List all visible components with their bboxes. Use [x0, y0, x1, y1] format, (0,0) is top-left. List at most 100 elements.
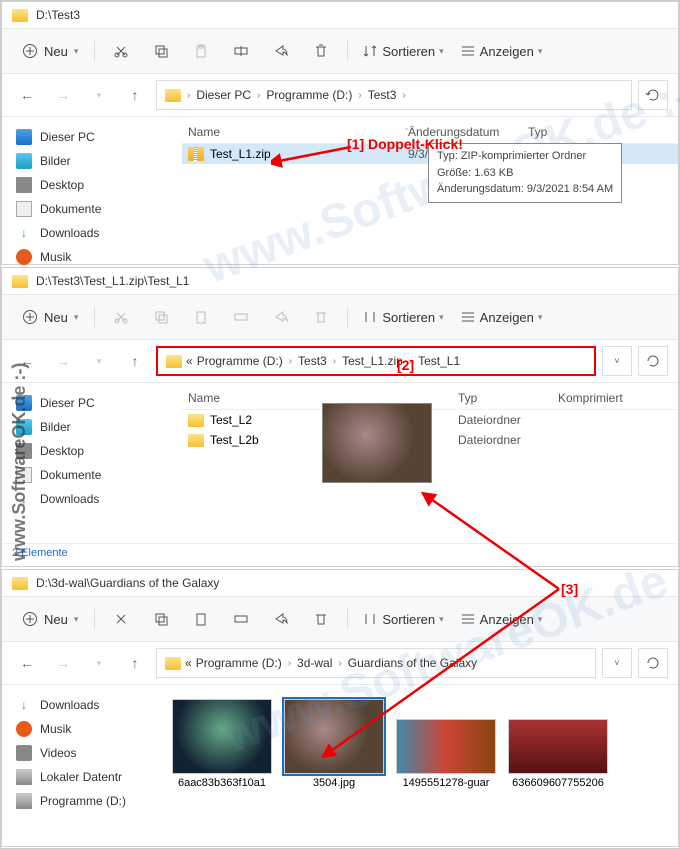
thumbnail-item[interactable]: 6aac83b363f10a1 [172, 699, 272, 789]
breadcrumb[interactable]: Guardians of the Galaxy [348, 656, 477, 670]
sidebar-item-programme-d[interactable]: Programme (D:) [6, 789, 158, 813]
up-button[interactable]: ↑ [120, 81, 150, 109]
sidebar-item-desktop[interactable]: Desktop [6, 439, 178, 463]
toolbar: Neu ▾ Sortieren▾ Anzeigen▾ [2, 295, 678, 340]
sidebar-item-downloads[interactable]: ↓Downloads [6, 693, 158, 717]
breadcrumb[interactable]: Dieser PC [196, 88, 251, 102]
rename-button[interactable] [223, 37, 259, 65]
cut-button[interactable] [103, 37, 139, 65]
col-name[interactable]: Name ˆ [188, 125, 408, 139]
address-dropdown[interactable]: ˅ [602, 346, 632, 376]
sidebar-item-pictures[interactable]: Bilder [6, 149, 178, 173]
scissors-icon [113, 43, 129, 59]
cut-button[interactable] [103, 303, 139, 331]
new-button[interactable]: Neu▾ [14, 607, 86, 631]
folder-icon [188, 434, 204, 447]
paste-button[interactable] [183, 303, 219, 331]
refresh-button[interactable] [638, 648, 668, 678]
breadcrumb[interactable]: Test_L1.zip [342, 354, 403, 368]
view-icon [460, 43, 476, 59]
paste-button[interactable] [183, 37, 219, 65]
recent-button[interactable]: ▾ [84, 347, 114, 375]
tooltip: Typ: ZIP-komprimierter Ordner Größe: 1.6… [428, 143, 622, 203]
sidebar-item-music[interactable]: Musik [6, 717, 158, 741]
zip-icon [188, 147, 204, 161]
documents-icon [16, 201, 32, 217]
toolbar: Neu ▾ Sortieren ▾ Anzeigen ▾ [2, 29, 678, 74]
back-button[interactable]: ← [12, 649, 42, 677]
sidebar-item-downloads[interactable]: ↓Downloads [6, 221, 178, 245]
refresh-button[interactable] [638, 80, 668, 110]
recent-button[interactable]: ▾ [84, 81, 114, 109]
rename-button[interactable] [223, 605, 259, 633]
view-button[interactable]: Anzeigen ▾ [454, 39, 549, 63]
rename-button[interactable] [223, 303, 259, 331]
new-button[interactable]: Neu ▾ [14, 305, 86, 329]
delete-button[interactable] [303, 605, 339, 633]
status-bar: 2 Elemente [2, 543, 678, 562]
sort-button[interactable]: Sortieren▾ [356, 305, 449, 329]
recent-button[interactable]: ▾ [84, 649, 114, 677]
view-button[interactable]: Anzeigen▾ [454, 305, 549, 329]
sort-button[interactable]: Sortieren ▾ [356, 39, 449, 63]
thumbnail-item[interactable]: 3504.jpg [284, 699, 384, 789]
plus-circle-icon [22, 611, 38, 627]
thumbnail-item[interactable]: 1495551278-guar [396, 699, 496, 789]
col-name[interactable]: Name [188, 391, 338, 405]
window-title: D:\3d-wal\Guardians of the Galaxy [36, 576, 219, 590]
sort-icon [362, 43, 378, 59]
thumbnail-item[interactable]: 636609607755206 [508, 699, 608, 789]
copy-button[interactable] [143, 605, 179, 633]
col-compressed[interactable]: Komprimiert [558, 391, 623, 405]
col-date[interactable]: Änderungsdatum [408, 125, 528, 139]
address-bar[interactable]: › Dieser PC› Programme (D:)› Test3› [156, 80, 632, 110]
share-button[interactable] [263, 605, 299, 633]
sidebar-item-pictures[interactable]: Bilder [6, 415, 178, 439]
sidebar-item-local-disk[interactable]: Lokaler Datentr [6, 765, 158, 789]
sidebar-item-videos[interactable]: Videos [6, 741, 158, 765]
forward-button[interactable]: → [48, 347, 78, 375]
breadcrumb[interactable]: 3d-wal [297, 656, 332, 670]
scissors-icon [113, 611, 129, 627]
share-button[interactable] [263, 303, 299, 331]
sidebar-item-pc[interactable]: Dieser PC [6, 391, 178, 415]
breadcrumb[interactable]: Programme (D:) [197, 354, 283, 368]
sidebar-item-pc[interactable]: Dieser PC [6, 125, 178, 149]
share-button[interactable] [263, 37, 299, 65]
col-type[interactable]: Typ [528, 125, 628, 139]
paste-button[interactable] [183, 605, 219, 633]
sidebar-item-desktop[interactable]: Desktop [6, 173, 178, 197]
view-button[interactable]: Anzeigen▾ [454, 607, 549, 631]
nav-row: ← → ▾ ↑ « Programme (D:)› Test3› Test_L1… [2, 340, 678, 383]
col-type[interactable]: Typ [458, 391, 558, 405]
breadcrumb[interactable]: Test_L1 [418, 354, 460, 368]
copy-icon [153, 43, 169, 59]
copy-button[interactable] [143, 37, 179, 65]
breadcrumb[interactable]: Test3 [368, 88, 397, 102]
breadcrumb[interactable]: Programme (D:) [266, 88, 352, 102]
address-bar[interactable]: « Programme (D:)› 3d-wal› Guardians of t… [156, 648, 596, 678]
sidebar-item-downloads[interactable]: ↓Downloads [6, 487, 178, 511]
new-button[interactable]: Neu ▾ [14, 39, 86, 63]
up-button[interactable]: ↑ [120, 649, 150, 677]
refresh-button[interactable] [638, 346, 668, 376]
file-list: Name ˆ Änderungsdatum Typ Test_L1.zip 9/… [182, 117, 678, 277]
address-dropdown[interactable]: ˅ [602, 648, 632, 678]
breadcrumb[interactable]: Test3 [298, 354, 327, 368]
delete-button[interactable] [303, 37, 339, 65]
back-button[interactable]: ← [12, 81, 42, 109]
music-icon [16, 721, 32, 737]
address-bar[interactable]: « Programme (D:)› Test3› Test_L1.zip› Te… [156, 346, 596, 376]
copy-button[interactable] [143, 303, 179, 331]
forward-button[interactable]: → [48, 649, 78, 677]
cut-button[interactable] [103, 605, 139, 633]
sidebar-item-music[interactable]: Musik [6, 245, 178, 269]
forward-button[interactable]: → [48, 81, 78, 109]
sort-button[interactable]: Sortieren▾ [356, 607, 449, 631]
up-button[interactable]: ↑ [120, 347, 150, 375]
breadcrumb[interactable]: Programme (D:) [196, 656, 282, 670]
sidebar-item-documents[interactable]: Dokumente [6, 197, 178, 221]
image-thumb [172, 699, 272, 774]
sidebar-item-documents[interactable]: Dokumente [6, 463, 178, 487]
delete-button[interactable] [303, 303, 339, 331]
